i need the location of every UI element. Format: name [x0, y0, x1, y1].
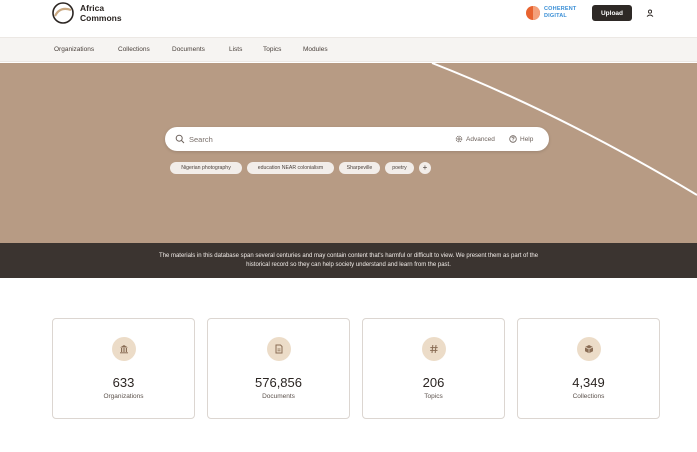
stat-label: Collections	[572, 393, 605, 400]
stat-label: Topics	[424, 393, 443, 400]
stat-value: 206	[422, 375, 445, 390]
advanced-search-button[interactable]: Advanced	[455, 134, 495, 144]
hashtag-icon	[430, 344, 438, 354]
chip-sharpeville[interactable]: Sharpeville	[339, 162, 380, 174]
stat-card-collections[interactable]: 4,349 Collections	[517, 318, 660, 419]
partner-line-1: COHERENT	[544, 6, 577, 12]
stat-label: Documents	[262, 393, 295, 400]
content-disclaimer: The materials in this database span seve…	[0, 243, 697, 278]
stat-card-organizations[interactable]: 633 Organizations	[52, 318, 195, 419]
hero-decorative-arc	[431, 63, 697, 196]
gear-icon	[455, 135, 463, 143]
upload-button[interactable]: Upload	[592, 5, 632, 21]
box-icon	[584, 345, 594, 354]
document-icon-badge	[267, 337, 291, 361]
advanced-label: Advanced	[466, 135, 495, 143]
stat-value: 633	[112, 375, 135, 390]
nav-item-documents[interactable]: Documents	[172, 46, 205, 53]
user-account-button[interactable]	[642, 5, 658, 21]
chip-education-near-colonialism[interactable]: education NEAR colonialism	[247, 162, 334, 174]
help-label: Help	[520, 135, 534, 143]
chip-poetry[interactable]: poetry	[385, 162, 414, 174]
search-icon	[175, 134, 185, 144]
brand-line-2: Commons	[80, 13, 122, 23]
user-icon	[646, 9, 654, 17]
stat-card-topics[interactable]: 206 Topics	[362, 318, 505, 419]
africa-commons-logo-icon[interactable]	[52, 2, 74, 24]
site-header: Africa Commons COHERENT DIGITAL Upload	[0, 0, 697, 36]
search-input[interactable]	[189, 132, 439, 146]
stat-label: Organizations	[103, 393, 144, 400]
building-icon-badge	[112, 337, 136, 361]
main-nav: Organizations Collections Documents List…	[0, 37, 697, 62]
nav-item-modules[interactable]: Modules	[303, 46, 328, 53]
box-icon-badge	[577, 337, 601, 361]
disclaimer-line-1: The materials in this database span seve…	[158, 253, 539, 259]
stat-value: 576,856	[255, 375, 302, 390]
nav-item-lists[interactable]: Lists	[229, 46, 242, 53]
nav-item-collections[interactable]: Collections	[118, 46, 150, 53]
partner-name: COHERENT DIGITAL	[544, 6, 576, 20]
document-icon	[275, 344, 283, 354]
disclaimer-text: The materials in this database span seve…	[120, 252, 577, 270]
stat-value: 4,349	[572, 375, 605, 390]
brand-line-1: Africa	[80, 3, 105, 13]
building-icon	[120, 345, 128, 354]
coherent-digital-logo[interactable]: COHERENT DIGITAL	[526, 5, 586, 21]
add-chip-button[interactable]: +	[419, 162, 431, 174]
disclaimer-line-2: historical record so they can help socie…	[246, 262, 451, 268]
coherent-digital-icon	[526, 6, 540, 20]
hashtag-icon-badge	[422, 337, 446, 361]
nav-item-topics[interactable]: Topics	[263, 46, 281, 53]
search-bar: Advanced Help	[165, 127, 549, 151]
hero-section: Advanced Help Nigerian photography educa…	[0, 63, 697, 243]
help-button[interactable]: Help	[509, 134, 533, 144]
brand-name[interactable]: Africa Commons	[80, 3, 122, 23]
nav-item-organizations[interactable]: Organizations	[54, 46, 94, 53]
chip-nigerian-photography[interactable]: Nigerian photography	[170, 162, 242, 174]
help-icon	[509, 135, 517, 143]
stat-card-documents[interactable]: 576,856 Documents	[207, 318, 350, 419]
partner-line-2: DIGITAL	[544, 13, 567, 19]
